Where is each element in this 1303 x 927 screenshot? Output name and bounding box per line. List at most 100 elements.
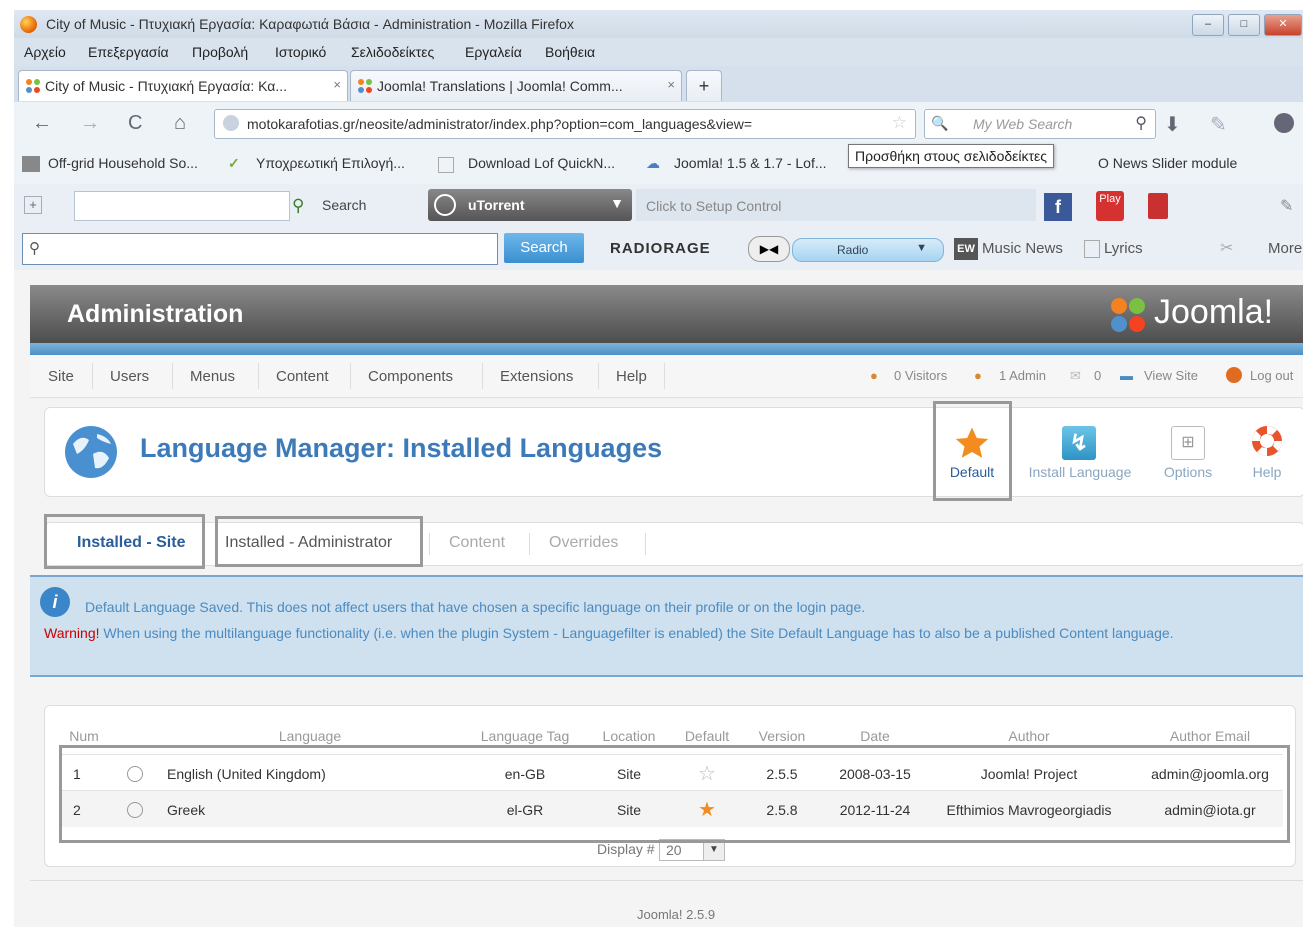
column-header-language[interactable]: Language [165,728,455,744]
logout-icon [1226,367,1242,383]
firefox-logo-icon [20,16,37,33]
tab-content[interactable]: Content [449,534,505,552]
scissors-icon[interactable]: ✂ [1220,238,1233,258]
search-go-icon[interactable]: ⚲ [1135,113,1147,133]
column-header-location[interactable]: Location [589,728,669,744]
menu-tools[interactable]: Εργαλεία [465,44,522,60]
search-engine-icon[interactable]: 🔍 [931,115,948,132]
radio-select[interactable]: Radio ▼ [792,238,944,262]
lyrics-link[interactable]: Lyrics [1104,240,1143,257]
tab-close-icon[interactable]: × [667,77,675,92]
bookmark-star-icon[interactable]: ☆ [892,113,907,133]
menu-extensions[interactable]: Extensions [500,368,573,385]
chevron-down-icon: ▼ [703,840,724,860]
minimize-button[interactable]: – [1192,14,1224,36]
menu-help[interactable]: Help [616,368,647,385]
tab-close-icon[interactable]: × [333,77,341,92]
utorrent-button[interactable]: uTorrent ▼ [428,189,632,221]
menu-file[interactable]: Αρχείο [24,44,66,60]
maximize-button[interactable]: □ [1228,14,1260,36]
message-line-2: Warning! When using the multilanguage fu… [44,622,1294,644]
back-icon[interactable]: ← [32,112,52,135]
search-icon: ⚲ [29,240,40,257]
visitors-count: 0 Visitors [894,368,948,383]
expand-icon[interactable]: + [24,196,42,214]
menu-view[interactable]: Προβολή [192,44,248,60]
plus-icon: + [698,76,710,96]
bookmark-offgrid[interactable]: Off-grid Household So... [48,155,198,171]
search-placeholder: My Web Search [973,116,1073,132]
url-bar[interactable]: motokarafotias.gr/neosite/administrator/… [214,109,916,139]
message-box: i Default Language Saved. This does not … [30,575,1303,677]
wrench-icon[interactable]: ✎ [1280,196,1293,216]
default-highlight-box [933,401,1012,501]
addon-icon[interactable]: ✎ [1210,112,1227,137]
menu-users[interactable]: Users [110,368,149,385]
admin-icon: ● [974,368,982,383]
lyrics-icon [1084,240,1100,258]
admin-header: Administration Joomla! [30,285,1303,343]
menu-site[interactable]: Site [48,368,74,385]
messages-count: 0 [1094,368,1102,383]
menu-help[interactable]: Βοήθεια [545,44,595,60]
radio-play-button[interactable]: ▶◀ [748,236,790,262]
column-header-author[interactable]: Author [929,728,1129,744]
music-news-icon: EW [954,238,978,260]
logout-link[interactable]: Log out [1250,368,1293,383]
options-button[interactable]: ⊞ Options [1149,416,1227,490]
menu-separator [172,363,173,389]
menu-edit[interactable]: Επεξεργασία [88,44,169,60]
new-tab-button[interactable]: + [686,70,722,101]
profile-icon[interactable] [1274,113,1294,133]
toolbar-search-input[interactable]: ⚲ [22,233,498,265]
column-header-version[interactable]: Version [745,728,819,744]
menu-separator [350,363,351,389]
toolbar-search-button[interactable]: Search [504,233,584,263]
more-link[interactable]: More [1268,240,1302,257]
home-icon[interactable]: ⌂ [174,112,186,135]
install-language-label: Install Language [1028,464,1132,480]
tab-joomla-translations[interactable]: Joomla! Translations | Joomla! Comm... × [350,70,682,101]
play-icon[interactable]: Play [1096,191,1124,221]
setup-control-text: Click to Setup Control [646,198,782,214]
search-icon[interactable]: ⚲ [292,196,304,216]
bookmark-lof-quickn[interactable]: Download Lof QuickN... [468,155,615,171]
column-header-date[interactable]: Date [825,728,925,744]
menu-history[interactable]: Ιστορικό [275,44,326,60]
tab-label: City of Music - Πτυχιακή Εργασία: Κα... [45,78,288,94]
joomla-logo-text: Joomla! [1154,293,1274,331]
menu-bookmarks[interactable]: Σελιδοδείκτες [351,44,434,60]
menu-components[interactable]: Components [368,368,453,385]
help-button[interactable]: Help [1237,416,1297,490]
site-identity-icon[interactable] [223,115,239,131]
navigation-bar: ← → C ⌂ motokarafotias.gr/neosite/admini… [14,102,1303,144]
toolbar-search-label[interactable]: Search [322,197,366,213]
chevron-down-icon: ▼ [916,242,927,254]
tab-separator [529,533,530,555]
column-header-num[interactable]: Num [59,728,109,744]
bookmark-news-slider[interactable]: O News Slider module [1098,155,1237,171]
tab-city-of-music[interactable]: City of Music - Πτυχιακή Εργασία: Κα... … [18,70,348,101]
install-language-button[interactable]: ↯ Install Language [1020,416,1140,490]
web-search-input[interactable]: 🔍 My Web Search ⚲ [924,109,1156,139]
bookmark-ypoxrewtiki[interactable]: Υποχρεωτική Επιλογή... [256,155,405,171]
tab-overrides[interactable]: Overrides [549,534,618,552]
download-icon[interactable]: ⬇ [1164,112,1181,137]
column-header-default[interactable]: Default [671,728,743,744]
close-window-button[interactable]: ✕ [1264,14,1302,36]
menu-menus[interactable]: Menus [190,368,235,385]
column-header-language-tag[interactable]: Language Tag [465,728,585,744]
globe-icon [65,426,117,478]
facebook-icon[interactable]: f [1044,193,1072,221]
column-header-author-email[interactable]: Author Email [1135,728,1285,744]
gift-icon[interactable] [1148,193,1168,219]
forward-icon[interactable]: → [80,112,100,135]
footer-separator [30,880,1303,899]
menu-content[interactable]: Content [276,368,329,385]
toolbar-dropdown[interactable] [74,191,290,221]
reload-icon[interactable]: C [128,112,142,135]
music-news-link[interactable]: Music News [982,240,1063,257]
view-site-link[interactable]: View Site [1144,368,1198,383]
messages-icon: ✉ [1070,368,1081,383]
bookmark-joomla-lof[interactable]: Joomla! 1.5 & 1.7 - Lof... [674,155,827,171]
